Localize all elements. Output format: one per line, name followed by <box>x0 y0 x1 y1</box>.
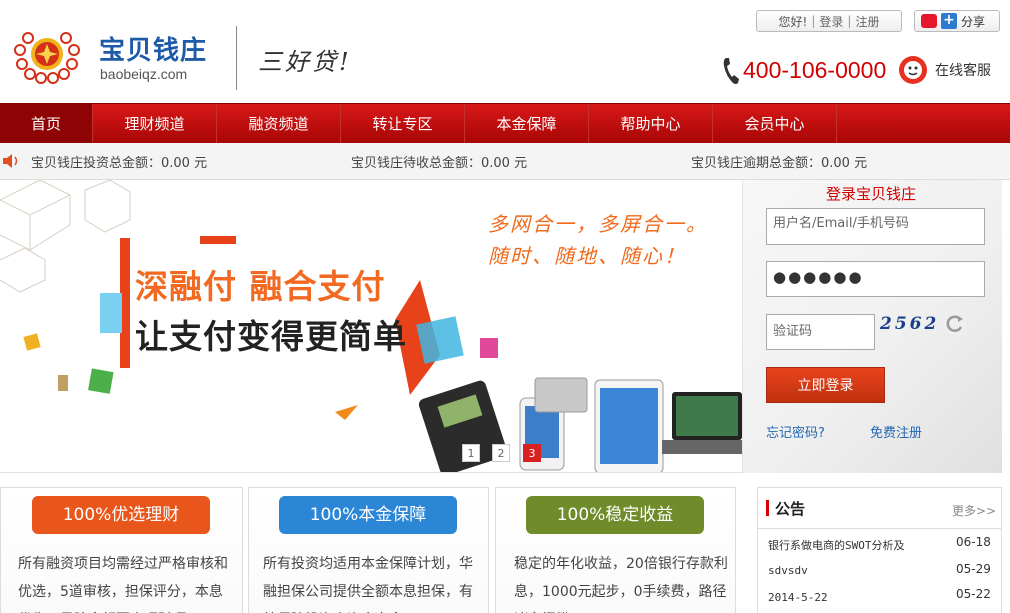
nav-item-guarantee[interactable]: 本金保障 <box>465 104 589 144</box>
customer-service-icon[interactable] <box>897 54 929 86</box>
feature-card-income: 100%稳定收益 稳定的年化收益，20倍银行存款利息，1000元起步，0手续费，… <box>495 487 736 613</box>
notice-date: 05-22 <box>956 587 991 601</box>
logo-coins-icon[interactable] <box>10 28 84 84</box>
online-service-label[interactable]: 在线客服 <box>935 60 991 80</box>
nav-item-financing[interactable]: 融资频道 <box>217 104 341 144</box>
login-title: 登录宝贝钱庄 <box>826 185 917 203</box>
slogan: 三好贷! <box>258 48 352 76</box>
captcha-input[interactable]: 验证码 <box>766 314 875 350</box>
refresh-icon[interactable] <box>944 313 966 335</box>
captcha-image[interactable]: 2562 <box>880 314 940 336</box>
feature-text-income: 稳定的年化收益，20倍银行存款利息，1000元起步，0手续费，路径诸多门槛 <box>514 556 728 613</box>
speaker-icon <box>3 154 18 168</box>
notice-more-link[interactable]: 更多>> <box>952 502 996 519</box>
brand-domain: baobeiqz.com <box>100 66 188 82</box>
feature-text-guarantee: 所有投资均适用本金保障计划，华融担保公司提供全额本息担保，有效保障投资人资金安全 <box>263 556 473 613</box>
phone-icon <box>723 58 739 84</box>
login-submit-button[interactable]: 立即登录 <box>766 367 885 403</box>
nav-item-member[interactable]: 会员中心 <box>713 104 837 144</box>
plus-icon[interactable]: + <box>941 13 957 29</box>
notice-item[interactable]: 2014-5-22 <box>768 591 828 604</box>
notice-item[interactable]: 银行系做电商的SWOT分析及 <box>768 537 905 553</box>
banner-handwriting-line1: 多网合一，多屏合一。 <box>488 212 708 236</box>
banner-title-line1: 深融付 融合支付 <box>135 267 386 306</box>
slide-dot-1[interactable]: 1 <box>462 444 480 462</box>
slide-dot-2[interactable]: 2 <box>492 444 510 462</box>
nav-item-wealth[interactable]: 理财频道 <box>93 104 217 144</box>
banner-handwriting-line2: 随时、随地、随心！ <box>488 244 686 268</box>
nav-item-home[interactable]: 首页 <box>0 104 93 144</box>
nav-item-help[interactable]: 帮助中心 <box>589 104 713 144</box>
banner-title-line2: 让支付变得更简单 <box>135 317 407 356</box>
feature-text-wealth: 所有融资项目均需经过严格审核和优选，5道审核，担保评分，本息优先，风险全额回本理… <box>18 556 228 613</box>
free-register-link[interactable]: 免费注册 <box>870 422 922 441</box>
main-nav: 首页 理财频道 融资频道 转让专区 本金保障 帮助中心 会员中心 <box>0 103 1010 144</box>
share-label: 分享 <box>961 14 986 29</box>
stat-pending-total: 宝贝钱庄待收总金额：0.00 元 <box>351 156 528 171</box>
feature-pill-income[interactable]: 100%稳定收益 <box>526 496 704 534</box>
forgot-password-link[interactable]: 忘记密码? <box>766 422 825 441</box>
stat-overdue-total: 宝贝钱庄逾期总金额：0.00 元 <box>691 156 868 171</box>
weibo-icon[interactable] <box>921 14 937 28</box>
feature-card-guarantee: 100%本金保障 所有投资均适用本金保障计划，华融担保公司提供全额本息担保，有效… <box>248 487 489 613</box>
notice-date: 06-18 <box>956 535 991 549</box>
share-button[interactable]: + 分享 <box>914 10 1000 32</box>
notice-date: 05-29 <box>956 562 991 576</box>
brand-name[interactable]: 宝贝钱庄 <box>99 30 207 67</box>
nav-item-transfer[interactable]: 转让专区 <box>341 104 465 144</box>
site-header: 宝贝钱庄 baobeiqz.com 三好贷! 您好! | 登录 | 注册 + 分… <box>0 0 1010 103</box>
slide-dot-3[interactable]: 3 <box>523 444 541 462</box>
username-input[interactable]: 用户名/Email/手机号码 <box>766 208 985 245</box>
hotline-number: 400-106-0000 <box>743 57 887 83</box>
feature-pill-wealth[interactable]: 100%优选理财 <box>32 496 210 534</box>
notice-accent-bar <box>766 500 769 516</box>
promo-banner[interactable]: 深融付 融合支付 让支付变得更简单 多网合一，多屏合一。 随时、随地、随心！ 1… <box>0 180 742 473</box>
login-link[interactable]: 登录 <box>819 13 843 30</box>
register-link[interactable]: 注册 <box>855 13 879 30</box>
greeting-text: 您好! <box>778 14 808 29</box>
feature-card-wealth: 100%优选理财 所有融资项目均需经过严格审核和优选，5道审核，担保评分，本息优… <box>0 487 243 613</box>
notice-title: 公告 <box>775 500 806 518</box>
notice-item[interactable]: sdvsdv <box>768 564 808 577</box>
auth-links: 您好! | 登录 | 注册 <box>756 10 902 32</box>
feature-pill-guarantee[interactable]: 100%本金保障 <box>279 496 457 534</box>
logo-divider <box>236 26 237 90</box>
password-input[interactable]: ●●●●●● <box>766 261 985 297</box>
stat-invest-total: 宝贝钱庄投资总金额：0.00 元 <box>31 156 208 171</box>
